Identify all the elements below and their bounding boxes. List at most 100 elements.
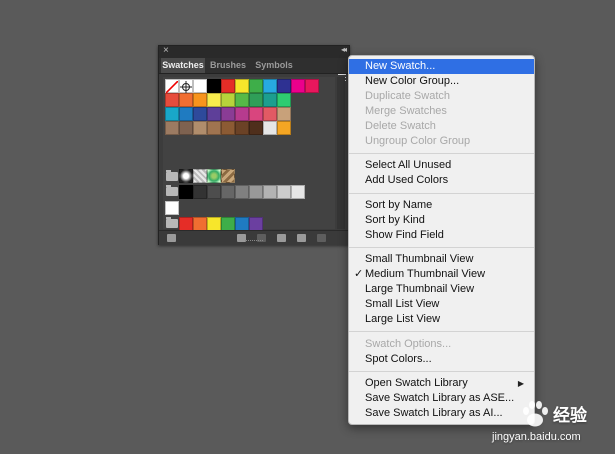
tab-brushes[interactable]: Brushes	[208, 58, 248, 73]
menu-item-small-thumbnail-view[interactable]: Small Thumbnail View	[349, 252, 534, 267]
registration-swatch[interactable]	[179, 79, 193, 93]
menu-item-delete-swatch[interactable]: Delete Swatch	[349, 119, 534, 134]
menu-item-open-swatch-library[interactable]: Open Swatch Library ▶	[349, 376, 534, 391]
color-swatch[interactable]	[277, 121, 291, 135]
tab-symbols[interactable]: Symbols	[251, 58, 297, 73]
menu-item-large-list-view[interactable]: Large List View	[349, 312, 534, 327]
menu-item-merge-swatches[interactable]: Merge Swatches	[349, 104, 534, 119]
menu-item-sort-by-kind[interactable]: Sort by Kind	[349, 213, 534, 228]
menu-item-save-library-ase[interactable]: Save Swatch Library as ASE...	[349, 391, 534, 406]
pattern-swatch-3[interactable]	[221, 169, 235, 183]
folder-icon[interactable]	[166, 185, 178, 196]
color-swatch[interactable]	[207, 217, 221, 231]
panel-title-bar[interactable]: × ◂◂	[159, 45, 349, 58]
color-swatch[interactable]	[165, 201, 179, 215]
pattern-swatch-2[interactable]	[207, 169, 221, 183]
new-swatch-icon[interactable]	[297, 234, 306, 242]
color-swatch[interactable]	[207, 107, 221, 121]
menu-item-small-list-view[interactable]: Small List View	[349, 297, 534, 312]
color-swatch[interactable]	[277, 185, 291, 199]
color-swatch[interactable]	[221, 121, 235, 135]
color-swatch[interactable]	[193, 121, 207, 135]
submenu-arrow-icon: ▶	[517, 379, 524, 388]
folder-icon[interactable]	[166, 217, 178, 228]
color-swatch[interactable]	[193, 107, 207, 121]
color-swatch[interactable]	[249, 107, 263, 121]
color-swatch[interactable]	[263, 107, 277, 121]
color-swatch[interactable]	[179, 107, 193, 121]
color-swatch[interactable]	[263, 93, 277, 107]
color-swatch[interactable]	[277, 79, 291, 93]
color-swatch[interactable]	[179, 93, 193, 107]
menu-item-new-color-group[interactable]: New Color Group...	[349, 74, 534, 89]
color-swatch[interactable]	[179, 217, 193, 231]
folder-icon[interactable]	[166, 170, 178, 181]
menu-item-new-swatch[interactable]: New Swatch...	[349, 59, 534, 74]
menu-item-show-find-field[interactable]: Show Find Field	[349, 228, 534, 243]
menu-item-duplicate-swatch[interactable]: Duplicate Swatch	[349, 89, 534, 104]
menu-item-save-library-ai[interactable]: Save Swatch Library as AI...	[349, 406, 534, 421]
color-swatch[interactable]	[263, 79, 277, 93]
menu-item-sort-by-name[interactable]: Sort by Name	[349, 198, 534, 213]
color-swatch[interactable]	[249, 93, 263, 107]
resize-grip[interactable]	[245, 240, 263, 243]
color-swatch[interactable]	[235, 121, 249, 135]
menu-item-large-thumbnail-view[interactable]: Large Thumbnail View	[349, 282, 534, 297]
color-swatch[interactable]	[193, 79, 207, 93]
pattern-swatch-1[interactable]	[193, 169, 207, 183]
color-swatch[interactable]	[207, 79, 221, 93]
color-swatch[interactable]	[207, 185, 221, 199]
color-swatch[interactable]	[235, 217, 249, 231]
radial-gradient-swatch[interactable]	[179, 169, 193, 183]
menu-separator	[349, 371, 534, 372]
color-swatch[interactable]	[207, 93, 221, 107]
color-swatch[interactable]	[235, 79, 249, 93]
menu-separator	[349, 153, 534, 154]
color-swatch[interactable]	[235, 107, 249, 121]
color-swatch[interactable]	[193, 185, 207, 199]
tab-swatches[interactable]: Swatches	[161, 58, 205, 73]
close-icon[interactable]: ×	[163, 45, 169, 56]
color-swatch[interactable]	[179, 121, 193, 135]
color-swatch[interactable]	[221, 217, 235, 231]
color-swatch[interactable]	[165, 93, 179, 107]
delete-swatch-icon[interactable]	[317, 234, 326, 242]
color-swatch[interactable]	[235, 185, 249, 199]
watermark-brand: 经验	[553, 406, 587, 425]
color-swatch[interactable]	[249, 217, 263, 231]
color-swatch[interactable]	[179, 185, 193, 199]
color-swatch[interactable]	[249, 185, 263, 199]
menu-item-ungroup-color-group[interactable]: Ungroup Color Group	[349, 134, 534, 149]
scrollbar[interactable]	[337, 77, 345, 229]
color-swatch[interactable]	[263, 121, 277, 135]
color-swatch[interactable]	[207, 121, 221, 135]
menu-item-select-all-unused[interactable]: Select All Unused	[349, 158, 534, 173]
color-swatch[interactable]	[193, 217, 207, 231]
menu-item-add-used-colors[interactable]: Add Used Colors	[349, 173, 534, 188]
color-swatch[interactable]	[221, 107, 235, 121]
color-swatch[interactable]	[249, 79, 263, 93]
menu-item-swatch-options[interactable]: Swatch Options...	[349, 337, 534, 352]
swatch-libraries-icon[interactable]	[167, 234, 176, 242]
color-swatch[interactable]	[235, 93, 249, 107]
color-swatch[interactable]	[165, 121, 179, 135]
color-swatch[interactable]	[305, 79, 319, 93]
none-swatch[interactable]	[165, 79, 179, 94]
color-swatch[interactable]	[277, 93, 291, 107]
color-swatch[interactable]	[291, 185, 305, 199]
color-swatch[interactable]	[165, 107, 179, 121]
menu-separator	[349, 247, 534, 248]
menu-item-label: Medium Thumbnail View	[365, 268, 486, 280]
color-swatch[interactable]	[221, 93, 235, 107]
menu-item-spot-colors[interactable]: Spot Colors...	[349, 352, 534, 367]
new-color-group-icon[interactable]	[277, 234, 286, 242]
color-swatch[interactable]	[249, 121, 263, 135]
menu-item-medium-thumbnail-view[interactable]: ✓ Medium Thumbnail View	[349, 267, 534, 282]
color-swatch[interactable]	[291, 79, 305, 93]
color-swatch[interactable]	[277, 107, 291, 121]
color-swatch[interactable]	[263, 185, 277, 199]
color-swatch[interactable]	[221, 185, 235, 199]
color-swatch[interactable]	[193, 93, 207, 107]
collapse-icon[interactable]: ◂◂	[341, 45, 347, 54]
color-swatch[interactable]	[221, 79, 235, 93]
